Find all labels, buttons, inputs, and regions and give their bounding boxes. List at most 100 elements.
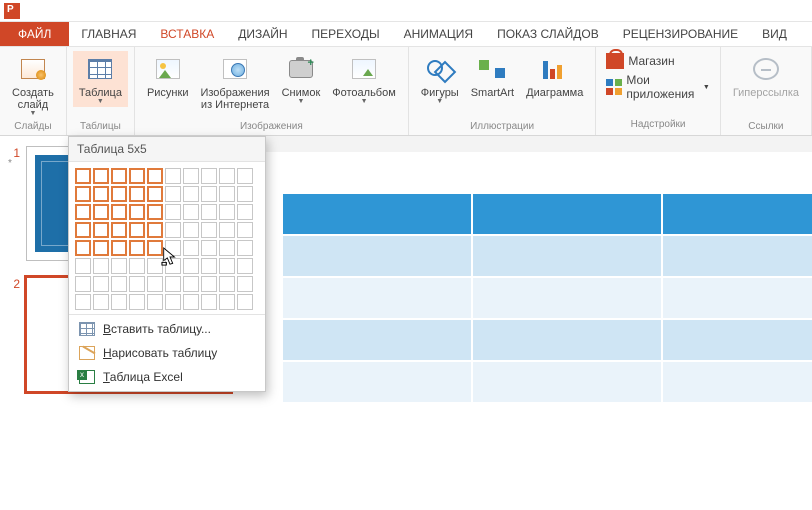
picker-cell[interactable] bbox=[201, 186, 217, 202]
picker-cell[interactable] bbox=[237, 276, 253, 292]
picker-cell[interactable] bbox=[219, 276, 235, 292]
picker-cell[interactable] bbox=[147, 204, 163, 220]
picker-cell[interactable] bbox=[201, 258, 217, 274]
picker-cell[interactable] bbox=[75, 222, 91, 238]
picker-cell[interactable] bbox=[111, 168, 127, 184]
picker-cell[interactable] bbox=[237, 186, 253, 202]
tab-transitions[interactable]: ПЕРЕХОДЫ bbox=[300, 22, 392, 46]
picker-cell[interactable] bbox=[75, 186, 91, 202]
picker-cell[interactable] bbox=[183, 258, 199, 274]
picker-cell[interactable] bbox=[165, 276, 181, 292]
picker-cell[interactable] bbox=[219, 168, 235, 184]
tab-home[interactable]: ГЛАВНАЯ bbox=[69, 22, 148, 46]
picker-cell[interactable] bbox=[165, 186, 181, 202]
store-button[interactable]: Магазин bbox=[606, 53, 674, 69]
picker-cell[interactable] bbox=[111, 222, 127, 238]
excel-table-menu-item[interactable]: Таблица Excel bbox=[69, 365, 265, 389]
picker-cell[interactable] bbox=[111, 204, 127, 220]
table-button[interactable]: Таблица ▼ bbox=[73, 51, 128, 107]
picker-cell[interactable] bbox=[147, 258, 163, 274]
picker-cell[interactable] bbox=[219, 204, 235, 220]
picker-cell[interactable] bbox=[165, 204, 181, 220]
picker-cell[interactable] bbox=[219, 186, 235, 202]
tab-view[interactable]: ВИД bbox=[750, 22, 799, 46]
picker-cell[interactable] bbox=[219, 258, 235, 274]
picker-cell[interactable] bbox=[75, 204, 91, 220]
picker-cell[interactable] bbox=[201, 276, 217, 292]
hyperlink-button[interactable]: Гиперссылка bbox=[727, 51, 805, 101]
picker-cell[interactable] bbox=[219, 240, 235, 256]
smartart-button[interactable]: SmartArt bbox=[465, 51, 520, 101]
picker-cell[interactable] bbox=[201, 204, 217, 220]
tab-design[interactable]: ДИЗАЙН bbox=[226, 22, 299, 46]
picker-cell[interactable] bbox=[111, 186, 127, 202]
photo-album-button[interactable]: Фотоальбом ▼ bbox=[326, 51, 402, 107]
picker-cell[interactable] bbox=[165, 258, 181, 274]
insert-table-menu-item[interactable]: Вставить таблицу... bbox=[69, 317, 265, 341]
pictures-button[interactable]: Рисунки bbox=[141, 51, 195, 101]
picker-cell[interactable] bbox=[147, 240, 163, 256]
picker-cell[interactable] bbox=[93, 294, 109, 310]
picker-cell[interactable] bbox=[183, 222, 199, 238]
picker-cell[interactable] bbox=[75, 294, 91, 310]
picker-cell[interactable] bbox=[129, 204, 145, 220]
picker-cell[interactable] bbox=[93, 222, 109, 238]
picker-cell[interactable] bbox=[237, 294, 253, 310]
picker-cell[interactable] bbox=[201, 294, 217, 310]
picker-cell[interactable] bbox=[165, 294, 181, 310]
picker-cell[interactable] bbox=[129, 240, 145, 256]
picker-cell[interactable] bbox=[183, 204, 199, 220]
picker-cell[interactable] bbox=[129, 276, 145, 292]
picker-cell[interactable] bbox=[75, 276, 91, 292]
my-addins-button[interactable]: Мои приложения ▼ bbox=[606, 73, 710, 101]
picker-cell[interactable] bbox=[75, 240, 91, 256]
picker-cell[interactable] bbox=[165, 240, 181, 256]
draw-table-menu-item[interactable]: Нарисовать таблицу bbox=[69, 341, 265, 365]
picker-cell[interactable] bbox=[111, 258, 127, 274]
picker-cell[interactable] bbox=[129, 186, 145, 202]
picker-cell[interactable] bbox=[201, 240, 217, 256]
picker-cell[interactable] bbox=[237, 204, 253, 220]
picker-cell[interactable] bbox=[237, 258, 253, 274]
picker-cell[interactable] bbox=[129, 222, 145, 238]
picker-cell[interactable] bbox=[237, 222, 253, 238]
picker-cell[interactable] bbox=[111, 240, 127, 256]
picker-cell[interactable] bbox=[147, 168, 163, 184]
picker-cell[interactable] bbox=[93, 168, 109, 184]
online-pictures-button[interactable]: Изображения из Интернета bbox=[194, 51, 275, 113]
tab-animations[interactable]: АНИМАЦИЯ bbox=[392, 22, 485, 46]
tab-file[interactable]: ФАЙЛ bbox=[0, 22, 69, 46]
picker-cell[interactable] bbox=[93, 204, 109, 220]
picker-cell[interactable] bbox=[183, 168, 199, 184]
screenshot-button[interactable]: Снимок ▼ bbox=[276, 51, 327, 107]
picker-cell[interactable] bbox=[201, 222, 217, 238]
picker-cell[interactable] bbox=[183, 276, 199, 292]
picker-cell[interactable] bbox=[75, 258, 91, 274]
picker-cell[interactable] bbox=[129, 168, 145, 184]
picker-cell[interactable] bbox=[147, 186, 163, 202]
picker-cell[interactable] bbox=[93, 240, 109, 256]
picker-cell[interactable] bbox=[93, 276, 109, 292]
picker-cell[interactable] bbox=[183, 240, 199, 256]
picker-cell[interactable] bbox=[147, 294, 163, 310]
picker-cell[interactable] bbox=[219, 294, 235, 310]
picker-cell[interactable] bbox=[147, 276, 163, 292]
picker-cell[interactable] bbox=[165, 168, 181, 184]
new-slide-button[interactable]: Создать слайд ▼ bbox=[6, 51, 60, 119]
picker-cell[interactable] bbox=[219, 222, 235, 238]
picker-cell[interactable] bbox=[237, 240, 253, 256]
picker-cell[interactable] bbox=[165, 222, 181, 238]
picker-cell[interactable] bbox=[237, 168, 253, 184]
shapes-button[interactable]: Фигуры ▼ bbox=[415, 51, 465, 107]
picker-cell[interactable] bbox=[129, 258, 145, 274]
picker-cell[interactable] bbox=[201, 168, 217, 184]
picker-cell[interactable] bbox=[93, 186, 109, 202]
picker-cell[interactable] bbox=[147, 222, 163, 238]
picker-cell[interactable] bbox=[93, 258, 109, 274]
slide-canvas[interactable] bbox=[245, 136, 812, 510]
picker-cell[interactable] bbox=[183, 294, 199, 310]
picker-cell[interactable] bbox=[129, 294, 145, 310]
picker-cell[interactable] bbox=[75, 168, 91, 184]
tab-slideshow[interactable]: ПОКАЗ СЛАЙДОВ bbox=[485, 22, 611, 46]
picker-cell[interactable] bbox=[111, 276, 127, 292]
